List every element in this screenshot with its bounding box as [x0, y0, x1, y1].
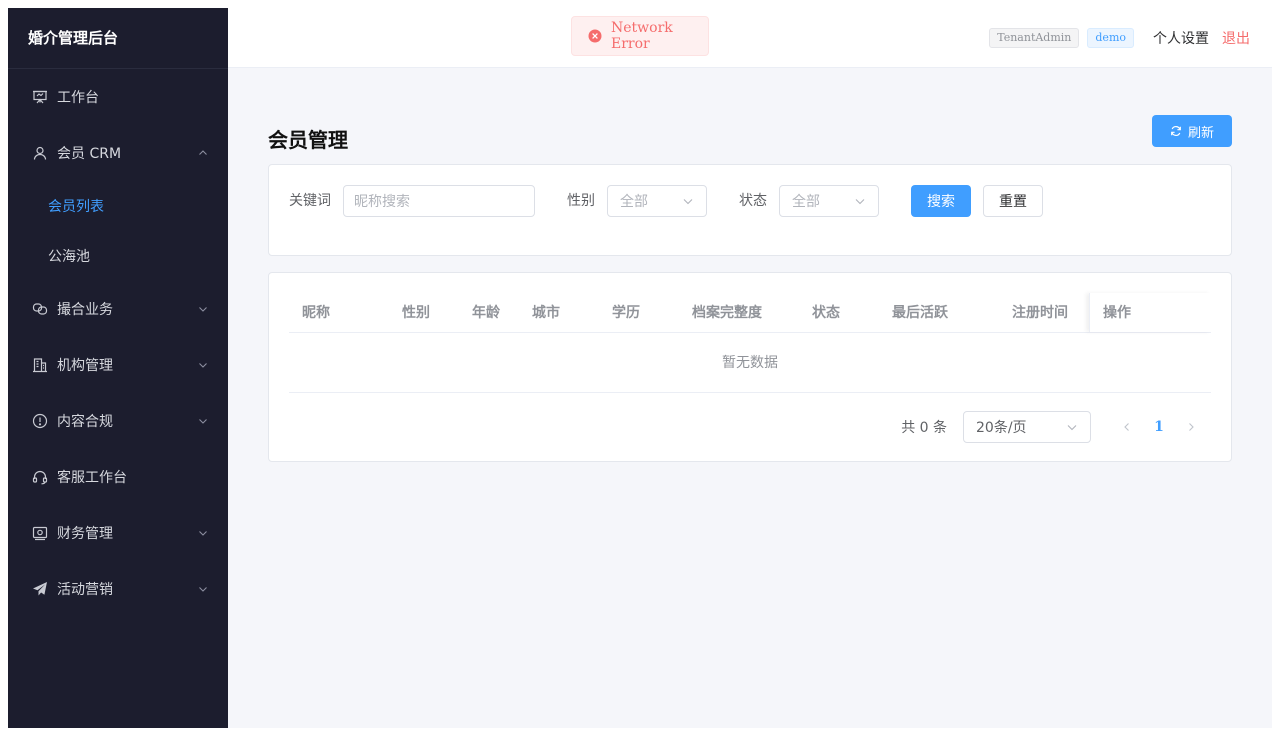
page-number-current[interactable]: 1: [1143, 411, 1175, 443]
building-icon: [32, 357, 48, 373]
sidebar-item-label: 撮合业务: [57, 302, 113, 318]
page-title: 会员管理: [268, 128, 348, 152]
chevron-down-icon: [198, 416, 208, 426]
toast-message: Network Error: [611, 20, 673, 52]
sidebar-item-label: 客服工作台: [57, 470, 127, 486]
sidebar-item-member-crm[interactable]: 会员 CRM: [8, 125, 228, 181]
pagination-total: 共 0 条: [901, 420, 947, 436]
chevron-down-icon: [198, 584, 208, 594]
chevron-down-icon: [198, 528, 208, 538]
sidebar-item-finance[interactable]: 财务管理: [8, 505, 228, 561]
column-header-actions: 操作: [1089, 293, 1211, 332]
table-header: 昵称 性别 年龄 城市 学历 档案完整度 状态 最后活跃 注册时间 操作: [289, 293, 1211, 333]
status-select-value: 全部: [792, 194, 820, 210]
sidebar-subitem-member-list[interactable]: 会员列表: [8, 181, 228, 231]
sidebar-item-label: 活动营销: [57, 582, 113, 598]
gender-label: 性别: [567, 193, 595, 209]
page-header: 会员管理 刷新: [268, 68, 1232, 164]
logout-link[interactable]: 退出: [1222, 28, 1250, 48]
app-frame: 婚介管理后台 工作台 会员 CRM 会员列表 公海池 撮合业务 机构管理 内容合…: [8, 8, 1272, 728]
main-area: Network Error TenantAdmin demo 个人设置 退出 会…: [228, 8, 1272, 728]
warning-circle-icon: [32, 413, 48, 429]
chevron-down-icon: [682, 195, 694, 207]
sidebar-menu: 工作台 会员 CRM 会员列表 公海池 撮合业务 机构管理 内容合规 客服工作台…: [8, 69, 228, 617]
column-header-age[interactable]: 年龄: [459, 293, 519, 332]
status-select[interactable]: 全部: [779, 185, 879, 217]
column-header-status[interactable]: 状态: [799, 293, 879, 332]
table-empty-state: 暂无数据: [289, 333, 1211, 393]
sidebar-item-organization[interactable]: 机构管理: [8, 337, 228, 393]
sidebar-item-content-compliance[interactable]: 内容合规: [8, 393, 228, 449]
sidebar-item-marketing[interactable]: 活动营销: [8, 561, 228, 617]
sidebar: 婚介管理后台 工作台 会员 CRM 会员列表 公海池 撮合业务 机构管理 内容合…: [8, 8, 228, 728]
sidebar-item-label: 内容合规: [57, 414, 113, 430]
chevron-left-icon: [1124, 423, 1129, 431]
search-button[interactable]: 搜索: [911, 185, 971, 217]
refresh-label: 刷新: [1187, 124, 1214, 140]
column-header-nickname[interactable]: 昵称: [289, 293, 389, 332]
chevron-right-icon: [1189, 423, 1194, 431]
column-header-education[interactable]: 学历: [599, 293, 679, 332]
user-icon: [32, 145, 48, 161]
column-header-last-active[interactable]: 最后活跃: [879, 293, 999, 332]
reset-button[interactable]: 重置: [983, 185, 1043, 217]
column-header-gender[interactable]: 性别: [389, 293, 459, 332]
page-content: 会员管理 刷新 关键词 性别 全部 状态: [268, 68, 1232, 462]
sidebar-item-label: 工作台: [57, 90, 99, 106]
column-header-city[interactable]: 城市: [519, 293, 599, 332]
brand-title: 婚介管理后台: [8, 8, 228, 69]
personal-settings-link[interactable]: 个人设置: [1153, 28, 1209, 48]
next-page-button[interactable]: [1175, 411, 1207, 443]
presentation-board-icon: [32, 89, 48, 105]
filter-panel: 关键词 性别 全部 状态 全部 搜索 重置: [268, 164, 1232, 256]
chevron-down-icon: [198, 304, 208, 314]
error-circle-icon: [588, 29, 602, 43]
sidebar-item-matching[interactable]: 撮合业务: [8, 281, 228, 337]
top-header: Network Error TenantAdmin demo 个人设置 退出: [228, 8, 1272, 68]
status-label: 状态: [739, 193, 767, 209]
sidebar-subitem-public-pool[interactable]: 公海池: [8, 231, 228, 281]
wallet-icon: [32, 525, 48, 541]
keyword-label: 关键词: [289, 193, 331, 209]
sidebar-item-label: 会员 CRM: [57, 146, 122, 162]
headset-icon: [32, 469, 48, 485]
chevron-up-icon: [198, 148, 208, 158]
sidebar-item-label: 财务管理: [57, 526, 113, 542]
prev-page-button[interactable]: [1111, 411, 1143, 443]
gender-select-value: 全部: [620, 194, 648, 210]
column-header-registered-at[interactable]: 注册时间: [999, 293, 1089, 332]
member-table-card: 昵称 性别 年龄 城市 学历 档案完整度 状态 最后活跃 注册时间 操作 暂无数…: [268, 272, 1232, 462]
role-tag: TenantAdmin: [989, 28, 1080, 48]
header-actions: TenantAdmin demo 个人设置 退出: [989, 8, 1250, 68]
send-plane-icon: [32, 581, 48, 597]
pagination: 共 0 条 20条/页 1: [289, 393, 1211, 461]
column-header-profile-completeness[interactable]: 档案完整度: [679, 293, 799, 332]
tenant-tag: demo: [1087, 28, 1134, 48]
keyword-search-input[interactable]: [343, 185, 535, 217]
sidebar-item-workbench[interactable]: 工作台: [8, 69, 228, 125]
page-size-value: 20条/页: [976, 420, 1027, 436]
chevron-down-icon: [1066, 421, 1078, 433]
refresh-button[interactable]: 刷新: [1152, 115, 1232, 147]
sidebar-item-customer-service[interactable]: 客服工作台: [8, 449, 228, 505]
error-toast: Network Error: [571, 16, 709, 56]
chevron-down-icon: [854, 195, 866, 207]
gender-select[interactable]: 全部: [607, 185, 707, 217]
sidebar-item-label: 机构管理: [57, 358, 113, 374]
chevron-down-icon: [198, 360, 208, 370]
refresh-icon: [1170, 125, 1182, 137]
link-icon: [32, 301, 48, 317]
page-size-select[interactable]: 20条/页: [963, 411, 1091, 443]
